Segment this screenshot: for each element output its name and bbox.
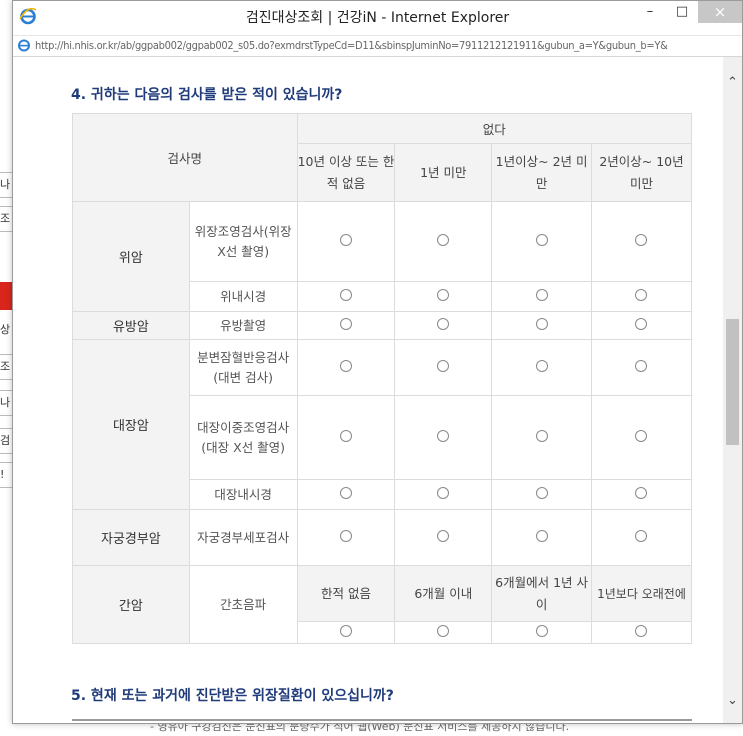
question-5-table-top	[72, 719, 692, 723]
category-colon: 대장암	[72, 339, 190, 510]
radio-option[interactable]	[296, 281, 396, 312]
radio-option[interactable]	[590, 479, 693, 510]
address-bar[interactable]: http://hi.nhis.or.kr/ab/ggpab002/ggpab00…	[13, 35, 742, 57]
radio-option[interactable]	[491, 509, 592, 566]
radio-option[interactable]	[590, 311, 693, 340]
exam-fecal-occult-blood: 분변잠혈반응검사(대변 검사)	[188, 339, 298, 396]
scroll-thumb[interactable]	[726, 319, 739, 445]
radio-option[interactable]	[296, 479, 396, 510]
category-breast: 유방암	[72, 311, 190, 340]
radio-option[interactable]	[491, 339, 592, 396]
header-col3: 1년이상~ 2년 미만	[491, 143, 592, 202]
question-4-title: 4. 귀하는 다음의 검사를 받은 적이 있습니까?	[71, 87, 343, 103]
radio-option[interactable]	[491, 621, 592, 644]
radio-option[interactable]	[491, 395, 592, 480]
radio-option[interactable]	[296, 339, 396, 396]
liver-header-col1: 한적 없음	[296, 565, 396, 622]
header-exam-name: 검사명	[72, 113, 298, 202]
page-content: 4. 귀하는 다음의 검사를 받은 적이 있습니까? 검사명 없다 10년 이상…	[13, 57, 723, 723]
question-5-title: 5. 현재 또는 과거에 진단받은 위장질환이 있으십니까?	[71, 688, 394, 704]
radio-option[interactable]	[394, 509, 493, 566]
radio-option[interactable]	[491, 281, 592, 312]
radio-option[interactable]	[491, 311, 592, 340]
category-liver: 간암	[72, 565, 190, 644]
radio-option[interactable]	[394, 339, 493, 396]
radio-option[interactable]	[590, 281, 693, 312]
liver-header-col2: 6개월 이내	[394, 565, 493, 622]
close-button[interactable]: ×	[698, 1, 742, 23]
radio-option[interactable]	[296, 311, 396, 340]
liver-header-col4: 1년보다 오래전에	[590, 565, 693, 622]
ie-popup-window: 검진대상조회 | 건강iN - Internet Explorer – □ × …	[12, 0, 743, 724]
radio-option[interactable]	[491, 479, 592, 510]
radio-option[interactable]	[590, 395, 693, 480]
exam-upper-gi-series: 위장조영검사(위장 X선 촬영)	[188, 201, 298, 282]
category-cervical: 자궁경부암	[72, 509, 190, 566]
scroll-down-arrow-icon[interactable]: ⌄	[723, 693, 742, 713]
exam-gastroscopy: 위내시경	[188, 281, 298, 312]
radio-option[interactable]	[394, 479, 493, 510]
radio-option[interactable]	[590, 621, 693, 644]
radio-option[interactable]	[590, 509, 693, 566]
header-col2: 1년 미만	[394, 143, 493, 202]
radio-option[interactable]	[394, 311, 493, 340]
vertical-scrollbar[interactable]: ⌃ ⌄	[723, 57, 742, 723]
exam-liver-ultrasound: 간초음파	[188, 565, 298, 644]
radio-option[interactable]	[394, 395, 493, 480]
page-icon	[18, 39, 30, 52]
radio-option[interactable]	[296, 395, 396, 480]
exam-mammography: 유방촬영	[188, 311, 298, 340]
category-stomach: 위암	[72, 201, 190, 312]
header-col4: 2년이상~ 10년 미만	[590, 143, 693, 202]
radio-option[interactable]	[296, 621, 396, 644]
scroll-up-arrow-icon[interactable]: ⌃	[723, 75, 742, 95]
window-title: 검진대상조회 | 건강iN - Internet Explorer	[245, 10, 510, 26]
radio-option[interactable]	[394, 621, 493, 644]
minimize-button[interactable]: –	[634, 1, 666, 23]
radio-option[interactable]	[590, 201, 693, 282]
radio-option[interactable]	[394, 281, 493, 312]
radio-option[interactable]	[296, 201, 396, 282]
radio-option[interactable]	[590, 339, 693, 396]
address-url[interactable]: http://hi.nhis.or.kr/ab/ggpab002/ggpab00…	[35, 36, 738, 56]
exam-history-table: 검사명 없다 10년 이상 또는 한적 없음 1년 미만 1년이상~ 2년 미만…	[72, 113, 693, 644]
radio-option[interactable]	[394, 201, 493, 282]
title-bar[interactable]: 검진대상조회 | 건강iN - Internet Explorer – □ ×	[13, 1, 742, 35]
header-none-group: 없다	[296, 113, 693, 144]
radio-option[interactable]	[491, 201, 592, 282]
header-col1: 10년 이상 또는 한적 없음	[296, 143, 396, 202]
maximize-button[interactable]: □	[666, 1, 698, 23]
radio-option[interactable]	[296, 509, 396, 566]
exam-colonoscopy: 대장내시경	[188, 479, 298, 510]
liver-header-col3: 6개월에서 1년 사이	[491, 565, 592, 622]
exam-double-contrast-barium: 대장이중조영검사(대장 X선 촬영)	[188, 395, 298, 480]
exam-pap-smear: 자궁경부세포검사	[188, 509, 298, 566]
